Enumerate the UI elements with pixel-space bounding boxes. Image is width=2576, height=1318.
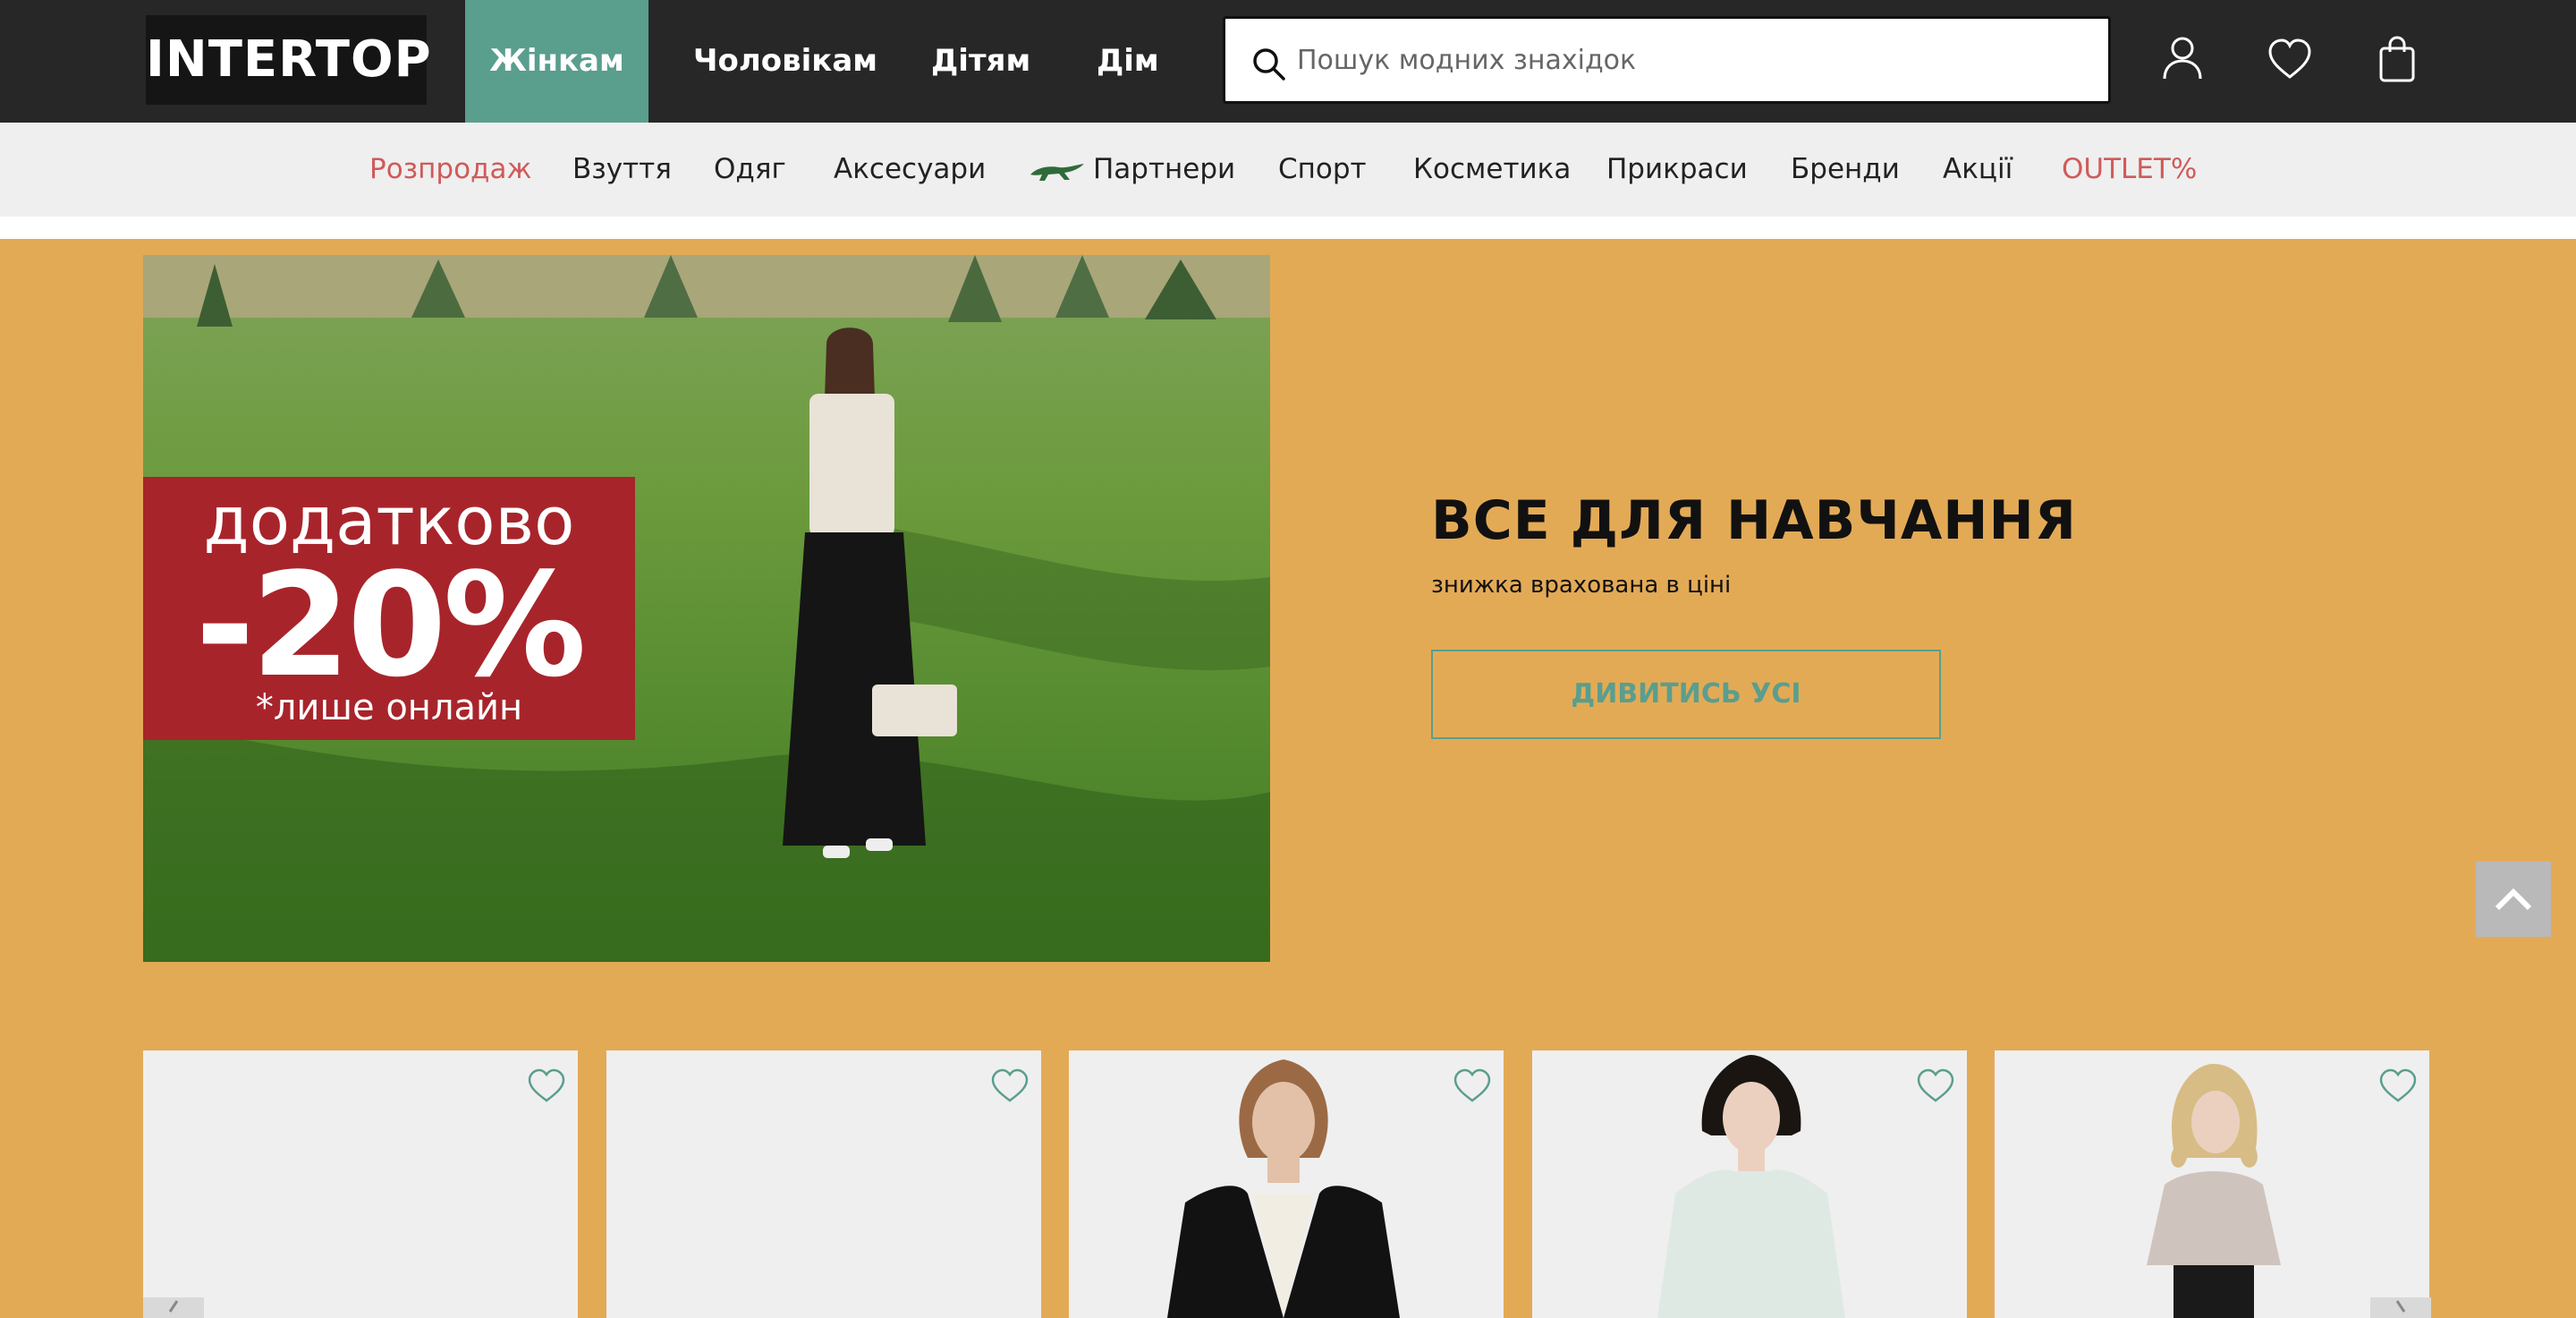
user-icon[interactable] [2156, 32, 2209, 86]
heart-icon[interactable] [2263, 32, 2317, 86]
category-partners[interactable]: Партнери [1029, 123, 1235, 217]
lacoste-crocodile-icon [1030, 163, 1084, 181]
category-jewelry[interactable]: Прикраси [1606, 123, 1748, 217]
product-image-grey-top [2147, 1064, 2281, 1318]
product-card[interactable] [1995, 1050, 2429, 1318]
promo-title: ВСЕ ДЛЯ НАВЧАННЯ [1431, 489, 2077, 552]
shopping-bag-icon[interactable] [2370, 32, 2424, 86]
heart-icon[interactable] [1915, 1067, 1956, 1104]
chevron-right-icon [2395, 1300, 2406, 1313]
category-promotions[interactable]: Акції [1943, 123, 2012, 217]
intertop-logo[interactable]: INTERTOP [146, 15, 431, 105]
product-image-black-blazer [1167, 1059, 1400, 1318]
badge-percent: -20% [195, 541, 586, 709]
heart-icon[interactable] [526, 1067, 567, 1104]
chevron-up-icon [2495, 888, 2532, 911]
category-outlet[interactable]: OUTLET% [2062, 123, 2197, 217]
promo-subtitle: знижка врахована в ціні [1431, 572, 1732, 599]
nav-kids[interactable]: Дітям [931, 0, 1030, 123]
heart-icon[interactable] [2377, 1067, 2419, 1104]
product-card[interactable] [143, 1050, 578, 1318]
nav-home[interactable]: Дім [1097, 0, 1159, 123]
product-card[interactable] [606, 1050, 1041, 1318]
discount-badge: додатково -20% *лише онлайн [143, 477, 635, 740]
category-clothing[interactable]: Одяг [714, 123, 786, 217]
product-card[interactable] [1532, 1050, 1967, 1318]
nav-women[interactable]: Жінкам [465, 0, 648, 123]
heart-icon[interactable] [989, 1067, 1030, 1104]
carousel-prev-button[interactable] [143, 1297, 204, 1318]
badge-online-only: *лише онлайн [255, 687, 523, 728]
category-sport[interactable]: Спорт [1278, 123, 1367, 217]
chevron-left-icon [168, 1300, 179, 1313]
promo-banner-image[interactable]: додатково -20% *лише онлайн [143, 255, 1270, 962]
product-card[interactable] [1069, 1050, 1504, 1318]
product-image-white-shirt [1657, 1055, 1845, 1318]
category-cosmetics[interactable]: Косметика [1413, 123, 1571, 217]
search-input[interactable] [1297, 19, 2084, 101]
view-all-button[interactable]: ДИВИТИСЬ УСІ [1431, 650, 1941, 739]
category-accessories[interactable]: Аксесуари [834, 123, 986, 217]
category-brands[interactable]: Бренди [1791, 123, 1900, 217]
category-shoes[interactable]: Взуття [572, 123, 672, 217]
search-box[interactable] [1223, 16, 2111, 104]
category-sale[interactable]: Розпродаж [369, 123, 531, 217]
carousel-next-button[interactable] [2370, 1297, 2431, 1318]
scroll-to-top-button[interactable] [2476, 862, 2551, 937]
heart-icon[interactable] [1452, 1067, 1493, 1104]
search-icon [1253, 48, 1285, 81]
category-bar: Розпродаж Взуття Одяг Аксесуари Партнери… [0, 123, 2576, 217]
top-header: INTERTOP Жінкам Чоловікам Дітям Дім [0, 0, 2576, 123]
category-partners-label: Партнери [1093, 153, 1236, 185]
nav-men[interactable]: Чоловікам [693, 0, 877, 123]
